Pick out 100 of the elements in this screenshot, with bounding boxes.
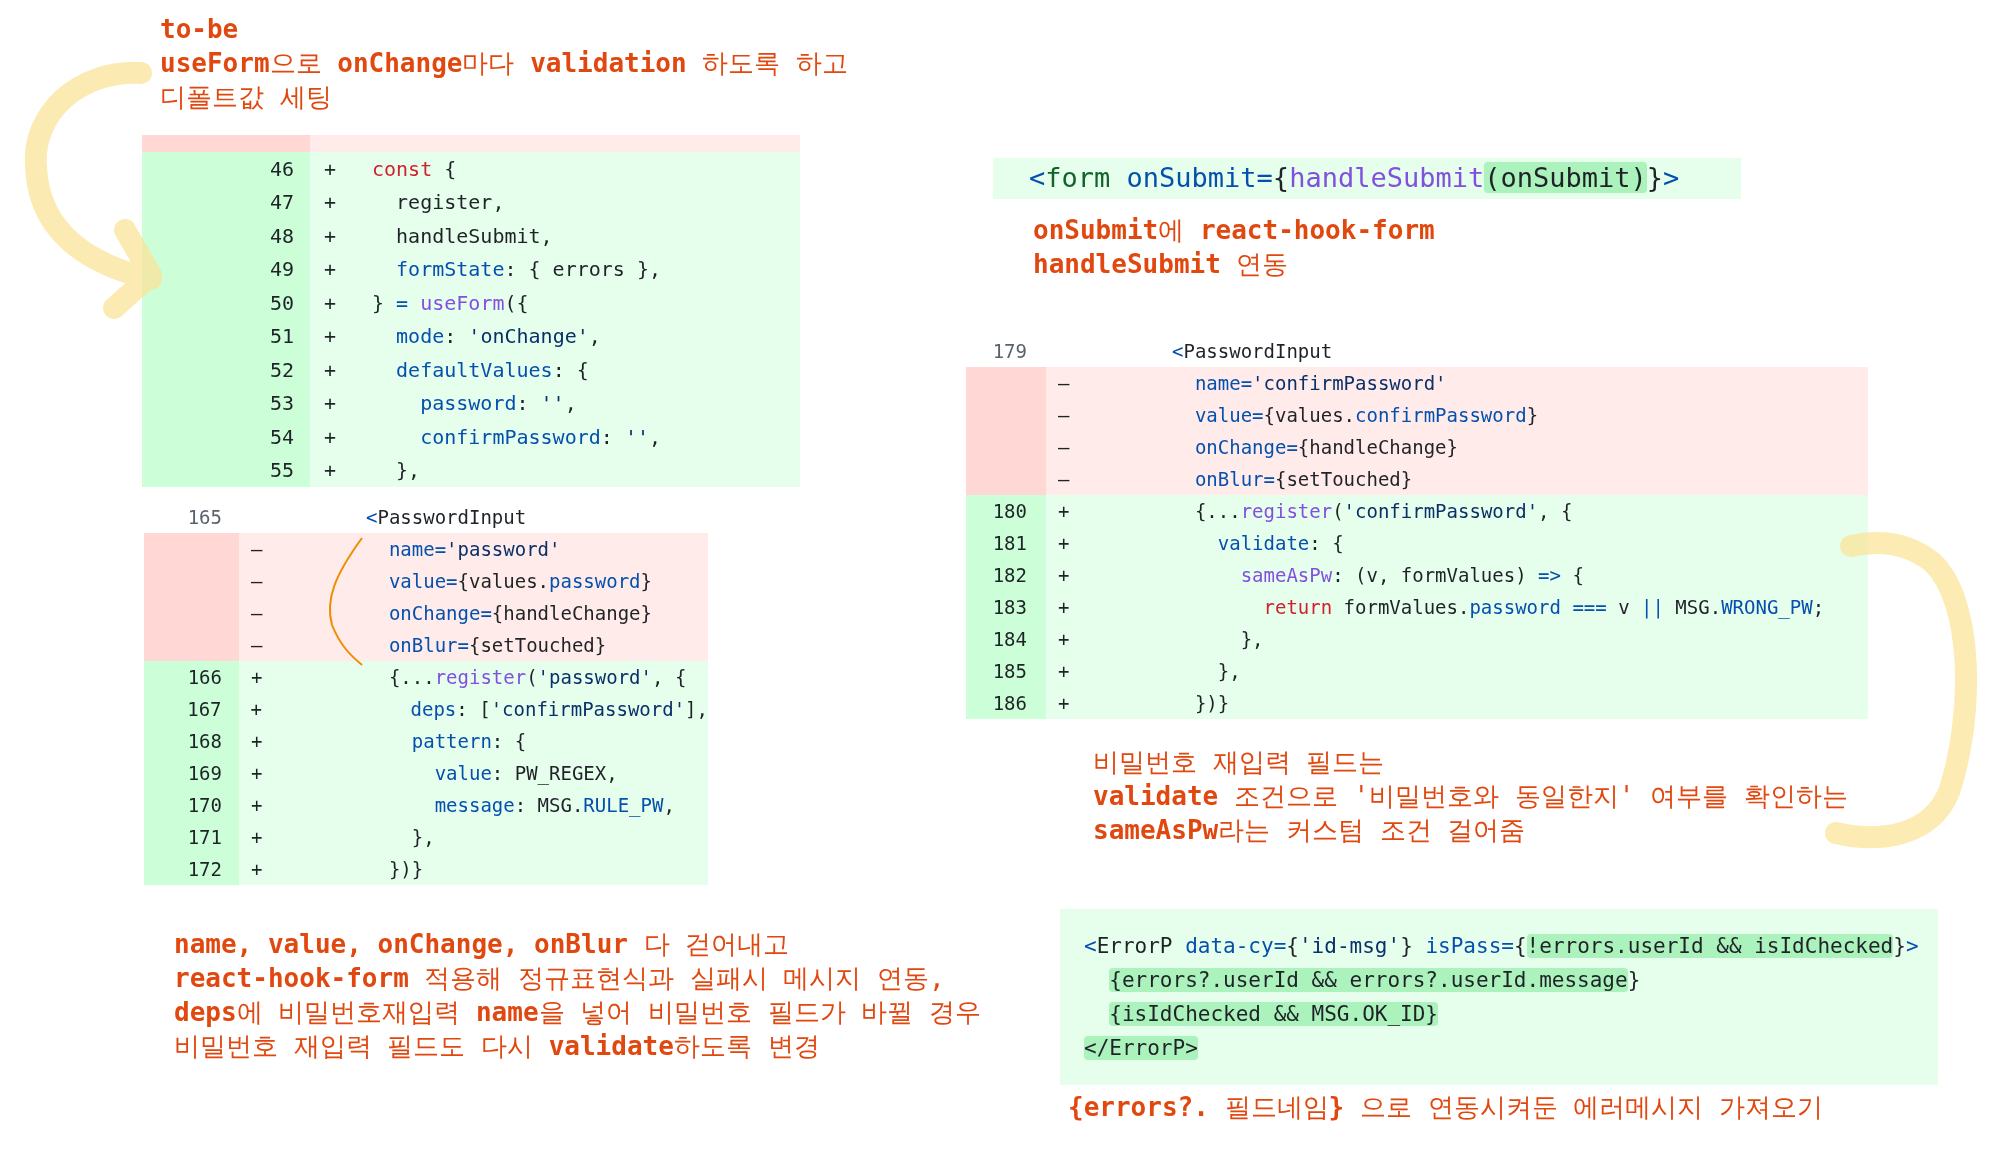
line-number: 186 [992, 690, 1027, 716]
code-line: return formValues.password === v || MSG.WRONG_PW; [1263, 595, 1825, 618]
diff-sign: + [324, 189, 337, 217]
diff-sign: – [251, 536, 263, 562]
diff-sign: + [251, 728, 263, 754]
line-number: 165 [187, 504, 222, 530]
line-number: 179 [992, 338, 1027, 364]
code-line: {errors?.userId && errors?.userId.message} [1109, 967, 1641, 994]
diff-sign: + [1058, 594, 1070, 620]
code-line: {...register('password', { [388, 665, 687, 688]
line-number: 169 [187, 760, 222, 786]
line-number: 166 [187, 664, 222, 690]
diff-sign: + [324, 155, 337, 183]
annotation-text: sameAsPw라는 커스텀 조건 걸어줌 [1093, 814, 1526, 847]
line-number: 55 [269, 457, 294, 485]
line-number: 50 [269, 289, 294, 317]
line-number: 52 [269, 356, 294, 384]
code-line: confirmPassword: '', [420, 424, 661, 449]
diff-sign: + [1058, 530, 1070, 556]
code-line: name='password' [388, 537, 561, 560]
code-line: onBlur={setTouched} [388, 633, 607, 656]
annotation-text: to-be [160, 13, 239, 46]
annotation-text: deps에 비밀번호재입력 name을 넣어 비밀번호 필드가 바뀔 경우 [174, 996, 981, 1029]
diff-sign: – [251, 632, 263, 658]
line-number: 167 [187, 696, 222, 722]
line-number: 168 [187, 728, 222, 754]
diff-sign: + [324, 390, 337, 418]
line-number: 49 [269, 256, 294, 284]
line-number: 180 [992, 498, 1027, 524]
diff-sign: + [1058, 498, 1070, 524]
line-number: 181 [992, 530, 1027, 556]
code-line: onChange={handleChange} [1194, 435, 1458, 458]
code-line: message: MSG.RULE_PW, [434, 793, 675, 816]
annotation-text: name, value, onChange, onBlur 다 걷어내고 [174, 928, 790, 961]
line-number: 183 [992, 594, 1027, 620]
diff-sign: – [1058, 466, 1070, 492]
diff-sign: + [324, 256, 337, 284]
line-number: 46 [269, 155, 294, 183]
diff-sign: + [1058, 658, 1070, 684]
diff-sign: – [1058, 434, 1070, 460]
code-line: }, [411, 825, 435, 848]
diff-sign: – [251, 568, 263, 594]
code-line: }, [1217, 659, 1241, 682]
diff-sign: + [251, 824, 263, 850]
line-number: 182 [992, 562, 1027, 588]
annotation-text: useForm으로 onChange마다 validation 하도록 하고 [160, 47, 848, 80]
line-number: 184 [992, 626, 1027, 652]
diff-sign: + [324, 289, 337, 317]
code-line: register, [396, 190, 505, 215]
line-number: 54 [269, 423, 294, 451]
line-number: 47 [269, 189, 294, 217]
diff-sign: + [1058, 562, 1070, 588]
diff-sign: + [250, 696, 262, 722]
code-line: onBlur={setTouched} [1194, 467, 1413, 490]
diff-sign: + [1058, 626, 1070, 652]
code-line: sameAsPw: (v, formValues) => { [1240, 563, 1584, 586]
code-line: onChange={handleChange} [388, 601, 652, 624]
code-line: <PasswordInput [366, 505, 527, 528]
code-line: password: '', [420, 391, 577, 416]
diff-sign: + [251, 856, 263, 882]
code-line: validate: { [1217, 531, 1344, 554]
code-line: <ErrorP data-cy={'id-msg'} isPass={!errors.userId && isIdChecked}> [1084, 933, 1919, 960]
code-line: defaultValues: { [396, 357, 589, 382]
line-number: 53 [269, 390, 294, 418]
line-number: 48 [269, 222, 294, 250]
annotation-text: handleSubmit 연동 [1033, 248, 1289, 281]
diff-sign: + [324, 423, 337, 451]
code-line: mode: 'onChange', [396, 324, 601, 349]
code-line: })} [1194, 691, 1230, 714]
code-line: <form onSubmit={handleSubmit(onSubmit)}> [1029, 161, 1680, 196]
line-number: 171 [187, 824, 222, 850]
annotation-text: validate 조건으로 '비밀번호와 동일한지' 여부를 확인하는 [1093, 780, 1848, 813]
diff-sign: + [251, 760, 263, 786]
code-line: <PasswordInput [1172, 339, 1333, 362]
code-line: pattern: { [411, 729, 527, 752]
annotation-text: 비밀번호 재입력 필드는 [1093, 746, 1385, 779]
code-line: const { [372, 156, 457, 181]
diff-sign: + [324, 457, 337, 485]
line-number: 51 [269, 323, 294, 351]
diff-sign: + [324, 356, 337, 384]
annotation-text: {errors?. 필드네임} 으로 연동시켜둔 에러메시지 가져오기 [1068, 1091, 1823, 1124]
diff-sign: + [324, 323, 337, 351]
annotation-text: 디폴트값 세팅 [160, 81, 332, 114]
code-line: formState: { errors }, [396, 257, 661, 282]
code-line: }, [1240, 627, 1264, 650]
line-number: 172 [187, 856, 222, 882]
code-line: value={values.password} [388, 569, 652, 592]
diff-sign: + [1058, 690, 1070, 716]
code-line: handleSubmit, [396, 223, 553, 248]
code-line: } = useForm({ [372, 290, 529, 315]
code-line: value={values.confirmPassword} [1194, 403, 1539, 426]
code-line: {...register('confirmPassword', { [1194, 499, 1573, 522]
code-line: }, [396, 458, 421, 483]
diff-sign: – [1058, 370, 1070, 396]
code-line: value: PW_REGEX, [434, 761, 618, 784]
line-number: 185 [992, 658, 1027, 684]
diff-sign: – [1058, 402, 1070, 428]
annotation-text: 비밀번호 재입력 필드도 다시 validate하도록 변경 [174, 1030, 820, 1063]
code-line: name='confirmPassword' [1194, 371, 1447, 394]
diff-sign: + [251, 792, 263, 818]
